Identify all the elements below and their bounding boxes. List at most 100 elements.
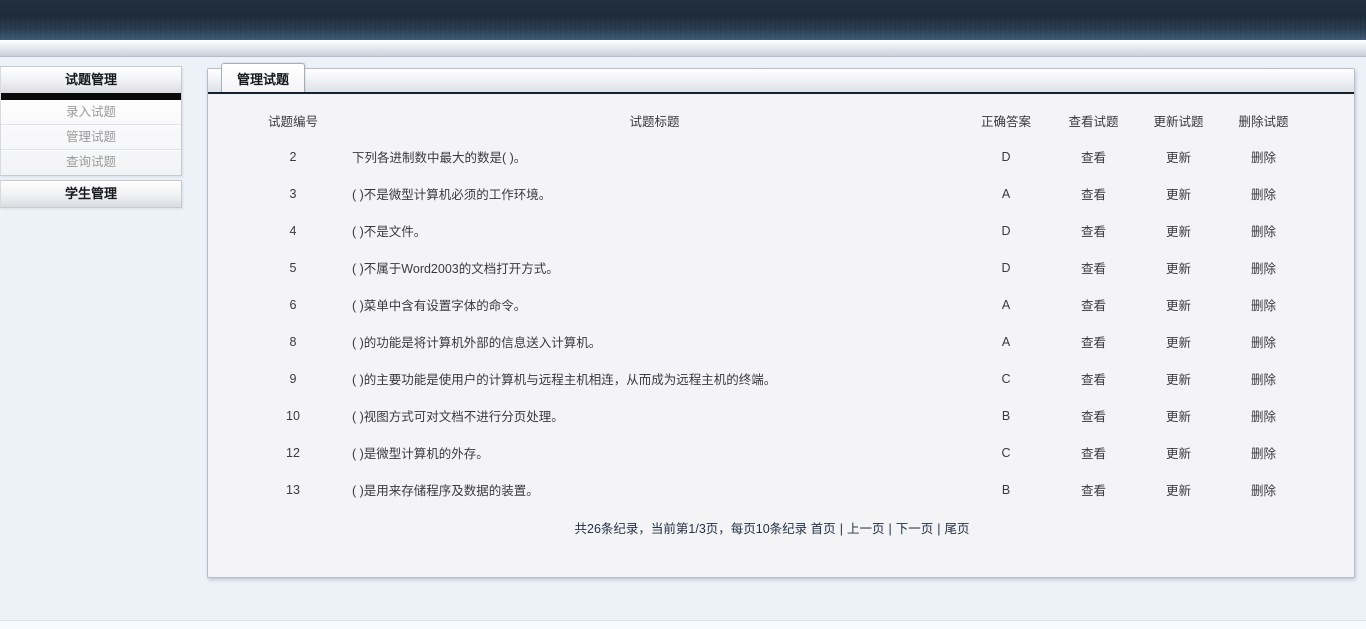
question-id: 6 xyxy=(238,286,348,323)
delete-link[interactable]: 删除 xyxy=(1251,262,1276,276)
view-link[interactable]: 查看 xyxy=(1081,373,1106,387)
update-link[interactable]: 更新 xyxy=(1166,484,1191,498)
table-row: 3 ( )不是微型计算机必须的工作环境。 A 查看 更新 删除 xyxy=(238,175,1306,212)
correct-answer: B xyxy=(961,397,1051,434)
correct-answer: D xyxy=(961,249,1051,286)
update-link[interactable]: 更新 xyxy=(1166,188,1191,202)
update-link[interactable]: 更新 xyxy=(1166,225,1191,239)
column-header-update-question: 更新试题 xyxy=(1136,108,1221,138)
main-panel: 管理试题 试题编号 试题标题 正确答案 查看试题 更新试题 删除试题 2 xyxy=(207,68,1355,578)
update-link[interactable]: 更新 xyxy=(1166,151,1191,165)
question-id: 3 xyxy=(238,175,348,212)
pagination-first[interactable]: 首页 xyxy=(811,522,836,536)
view-link[interactable]: 查看 xyxy=(1081,336,1106,350)
delete-link[interactable]: 删除 xyxy=(1251,299,1276,313)
question-id: 8 xyxy=(238,323,348,360)
question-title: ( )不是文件。 xyxy=(348,212,961,249)
delete-link[interactable]: 删除 xyxy=(1251,336,1276,350)
table-row: 2 下列各进制数中最大的数是( )。 D 查看 更新 删除 xyxy=(238,138,1306,175)
table-row: 8 ( )的功能是将计算机外部的信息送入计算机。 A 查看 更新 删除 xyxy=(238,323,1306,360)
update-link[interactable]: 更新 xyxy=(1166,299,1191,313)
question-title: ( )不属于Word2003的文档打开方式。 xyxy=(348,249,961,286)
question-title: ( )是用来存储程序及数据的装置。 xyxy=(348,471,961,508)
update-link[interactable]: 更新 xyxy=(1166,373,1191,387)
panel-body: 试题编号 试题标题 正确答案 查看试题 更新试题 删除试题 2 下列各进制数中最… xyxy=(208,94,1354,537)
update-link[interactable]: 更新 xyxy=(1166,262,1191,276)
delete-link[interactable]: 删除 xyxy=(1251,151,1276,165)
table-row: 5 ( )不属于Word2003的文档打开方式。 D 查看 更新 删除 xyxy=(238,249,1306,286)
pagination-summary: 共26条纪录，当前第1/3页，每页10条纪录 xyxy=(575,522,808,536)
question-id: 5 xyxy=(238,249,348,286)
question-title: ( )的功能是将计算机外部的信息送入计算机。 xyxy=(348,323,961,360)
correct-answer: A xyxy=(961,323,1051,360)
update-link[interactable]: 更新 xyxy=(1166,336,1191,350)
sidebar: 试题管理 录入试题 管理试题 查询试题 学生管理 xyxy=(0,66,182,212)
question-title: 下列各进制数中最大的数是( )。 xyxy=(348,138,961,175)
table-row: 10 ( )视图方式可对文档不进行分页处理。 B 查看 更新 删除 xyxy=(238,397,1306,434)
question-title: ( )的主要功能是使用户的计算机与远程主机相连，从而成为远程主机的终端。 xyxy=(348,360,961,397)
column-header-correct-answer: 正确答案 xyxy=(961,108,1051,138)
correct-answer: D xyxy=(961,138,1051,175)
table-row: 9 ( )的主要功能是使用户的计算机与远程主机相连，从而成为远程主机的终端。 C… xyxy=(238,360,1306,397)
view-link[interactable]: 查看 xyxy=(1081,447,1106,461)
correct-answer: B xyxy=(961,471,1051,508)
pagination-prev[interactable]: 上一页 xyxy=(847,522,885,536)
delete-link[interactable]: 删除 xyxy=(1251,373,1276,387)
view-link[interactable]: 查看 xyxy=(1081,262,1106,276)
pagination-separator: | xyxy=(888,522,891,536)
pagination-last[interactable]: 尾页 xyxy=(944,522,969,536)
question-table-body: 2 下列各进制数中最大的数是( )。 D 查看 更新 删除 3 ( )不是微型计… xyxy=(238,138,1306,508)
secondary-header-bar xyxy=(0,40,1366,57)
question-id: 2 xyxy=(238,138,348,175)
table-row: 12 ( )是微型计算机的外存。 C 查看 更新 删除 xyxy=(238,434,1306,471)
pagination: 共26条纪录，当前第1/3页，每页10条纪录 首页|上一页|下一页|尾页 xyxy=(238,518,1306,537)
question-title: ( )是微型计算机的外存。 xyxy=(348,434,961,471)
question-table: 试题编号 试题标题 正确答案 查看试题 更新试题 删除试题 2 下列各进制数中最… xyxy=(238,108,1306,508)
sidebar-items: 录入试题 管理试题 查询试题 xyxy=(1,100,181,175)
sidebar-item-enter-question[interactable]: 录入试题 xyxy=(1,100,181,125)
top-header-bar xyxy=(0,0,1366,40)
update-link[interactable]: 更新 xyxy=(1166,447,1191,461)
pagination-next[interactable]: 下一页 xyxy=(896,522,934,536)
update-link[interactable]: 更新 xyxy=(1166,410,1191,424)
tab-manage-questions[interactable]: 管理试题 xyxy=(221,63,305,92)
question-id: 13 xyxy=(238,471,348,508)
sidebar-group-question-management: 试题管理 录入试题 管理试题 查询试题 xyxy=(0,66,182,176)
view-link[interactable]: 查看 xyxy=(1081,188,1106,202)
sidebar-group-title-question-management[interactable]: 试题管理 xyxy=(1,67,181,93)
column-header-question-id: 试题编号 xyxy=(238,108,348,138)
view-link[interactable]: 查看 xyxy=(1081,484,1106,498)
sidebar-item-query-question[interactable]: 查询试题 xyxy=(1,150,181,175)
delete-link[interactable]: 删除 xyxy=(1251,410,1276,424)
table-header-row: 试题编号 试题标题 正确答案 查看试题 更新试题 删除试题 xyxy=(238,108,1306,138)
column-header-question-title: 试题标题 xyxy=(348,108,961,138)
delete-link[interactable]: 删除 xyxy=(1251,484,1276,498)
delete-link[interactable]: 删除 xyxy=(1251,447,1276,461)
view-link[interactable]: 查看 xyxy=(1081,151,1106,165)
question-title: ( )菜单中含有设置字体的命令。 xyxy=(348,286,961,323)
accent-divider xyxy=(1,93,181,100)
sidebar-group-title-student-management[interactable]: 学生管理 xyxy=(1,181,181,207)
accent-divider-glow xyxy=(1,95,181,98)
table-row: 6 ( )菜单中含有设置字体的命令。 A 查看 更新 删除 xyxy=(238,286,1306,323)
question-id: 10 xyxy=(238,397,348,434)
correct-answer: A xyxy=(961,286,1051,323)
sidebar-group-student-management: 学生管理 xyxy=(0,180,182,208)
pagination-separator: | xyxy=(840,522,843,536)
table-row: 13 ( )是用来存储程序及数据的装置。 B 查看 更新 删除 xyxy=(238,471,1306,508)
question-title: ( )不是微型计算机必须的工作环境。 xyxy=(348,175,961,212)
view-link[interactable]: 查看 xyxy=(1081,225,1106,239)
column-header-delete-question: 删除试题 xyxy=(1221,108,1306,138)
view-link[interactable]: 查看 xyxy=(1081,299,1106,313)
correct-answer: D xyxy=(961,212,1051,249)
question-id: 12 xyxy=(238,434,348,471)
table-row: 4 ( )不是文件。 D 查看 更新 删除 xyxy=(238,212,1306,249)
column-header-view-question: 查看试题 xyxy=(1051,108,1136,138)
footer-strip xyxy=(0,620,1366,629)
sidebar-item-manage-question[interactable]: 管理试题 xyxy=(1,125,181,150)
question-title: ( )视图方式可对文档不进行分页处理。 xyxy=(348,397,961,434)
view-link[interactable]: 查看 xyxy=(1081,410,1106,424)
delete-link[interactable]: 删除 xyxy=(1251,225,1276,239)
pagination-separator: | xyxy=(937,522,940,536)
delete-link[interactable]: 删除 xyxy=(1251,188,1276,202)
